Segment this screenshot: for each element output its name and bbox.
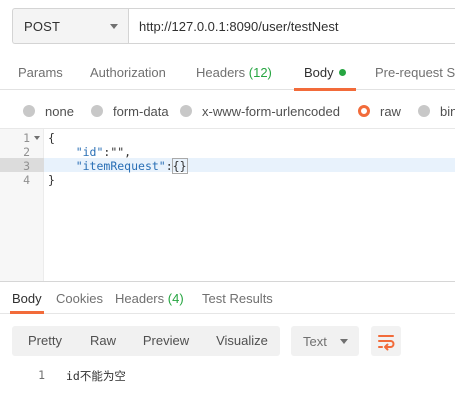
line-number: 4 [23,173,30,187]
code-line-1: { [48,131,55,145]
pretty-button[interactable]: Pretty [12,326,78,356]
resp-tab-cookies[interactable]: Cookies [56,286,103,312]
raw-button[interactable]: Raw [78,326,128,356]
radio-circle [23,105,35,117]
radio-raw-label: raw [380,103,401,119]
tab-authorization-label: Authorization [90,65,166,80]
response-tabs: Body Cookies Headers (4) Test Results [0,286,455,314]
json-value-id: :"", [103,145,132,159]
radio-none-label: none [45,103,74,119]
tab-prerequest-script[interactable]: Pre-request Sc [375,56,455,90]
request-tabs: Params Authorization Headers (12) Body P… [0,56,455,91]
wrap-lines-icon [378,335,395,351]
json-value-itemrequest: {} [171,158,188,174]
body-type-selector: none form-data x-www-form-urlencoded raw… [0,97,455,125]
radio-raw[interactable]: raw [358,97,401,125]
wrap-lines-button[interactable] [371,326,401,356]
radio-circle [418,105,430,117]
radio-circle [91,105,103,117]
resp-tab-headers-count: (4) [167,291,184,306]
radio-none[interactable]: none [23,97,74,125]
url-input[interactable]: http://127.0.0.1:8090/user/testNest [129,9,455,43]
radio-form-data-label: form-data [113,103,169,119]
visualize-button[interactable]: Visualize [204,326,280,356]
radio-form-data[interactable]: form-data [91,97,169,125]
tab-params[interactable]: Params [18,56,63,90]
fold-arrow-icon[interactable] [34,136,40,140]
line-number: 1 [23,131,30,145]
resp-tab-test-results[interactable]: Test Results [202,286,273,312]
response-line-number: 1 [38,368,45,382]
resp-tab-test-results-label: Test Results [202,291,273,306]
resp-tab-headers[interactable]: Headers (4) [115,286,184,312]
radio-circle-selected [358,105,370,117]
format-dropdown-label: Text [303,333,327,349]
tab-headers-count: (12) [248,65,272,80]
body-status-dot [338,69,346,76]
code-line-2: "id":"", [48,145,131,159]
chevron-down-icon [339,338,348,344]
response-body-viewer[interactable]: 1 id不能为空 [0,364,455,419]
brace-open: { [48,131,55,145]
tab-body-label: Body [304,65,334,80]
resp-tab-headers-label: Headers [115,291,165,306]
request-body-editor[interactable]: 1 2 3 4 { "id":"", "itemRequest":{} } [0,128,455,282]
code-line-4: } [48,173,55,187]
response-text: id不能为空 [66,369,126,383]
method-label: POST [24,18,61,34]
brace-close: } [48,173,55,187]
tab-headers-label: Headers [196,65,246,80]
radio-binary-label: bina [440,103,455,119]
request-url-bar: POST http://127.0.0.1:8090/user/testNest [12,8,455,44]
tab-headers[interactable]: Headers (12) [196,56,272,90]
json-key-id: "id" [75,145,104,159]
resp-tab-cookies-label: Cookies [56,291,103,306]
resp-tab-body[interactable]: Body [10,286,44,314]
radio-urlencoded-label: x-www-form-urlencoded [202,103,340,119]
tab-authorization[interactable]: Authorization [90,56,166,90]
json-key-itemrequest: "itemRequest" [75,159,166,173]
preview-button[interactable]: Preview [128,326,204,356]
line-number: 2 [23,145,30,159]
tab-body[interactable]: Body [294,56,356,91]
tab-prerequest-label: Pre-request Sc [375,65,455,80]
view-mode-segment: Pretty Raw Preview Visualize [12,326,280,356]
radio-circle [180,105,192,117]
tab-params-label: Params [18,65,63,80]
line-number: 3 [23,159,30,173]
radio-urlencoded[interactable]: x-www-form-urlencoded [180,97,340,125]
code-line-3: "itemRequest":{} [48,158,188,174]
radio-binary[interactable]: bina [418,97,455,125]
method-dropdown[interactable]: POST [13,9,129,43]
json-colon: : [165,159,173,173]
resp-tab-body-label: Body [12,291,42,306]
format-dropdown[interactable]: Text [291,326,359,356]
chevron-down-icon [110,23,118,29]
